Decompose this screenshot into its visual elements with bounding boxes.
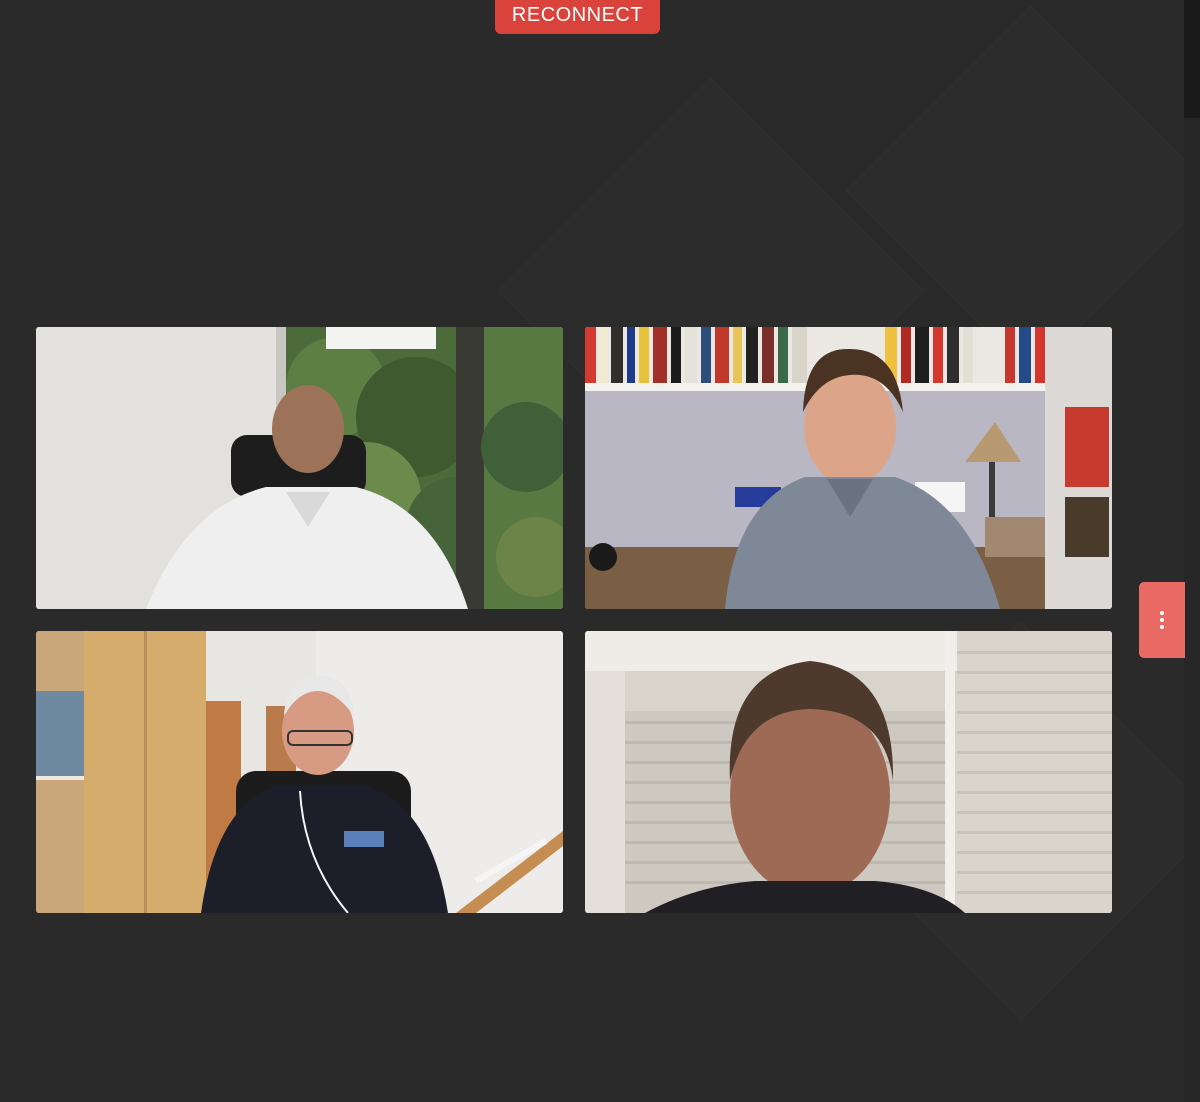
participant-video-feed	[36, 327, 563, 609]
participant-video-tile-2[interactable]	[585, 327, 1112, 609]
participant-video-feed	[585, 631, 1112, 913]
video-call-stage: RECONNECT	[0, 0, 1200, 1102]
participant-video-feed	[36, 631, 563, 913]
more-vertical-icon	[1160, 611, 1164, 629]
more-options-button[interactable]	[1139, 582, 1185, 658]
participant-video-tile-3[interactable]	[36, 631, 563, 913]
background-shape	[846, 6, 1200, 377]
reconnect-button[interactable]: RECONNECT	[495, 0, 660, 34]
participant-video-tile-1[interactable]	[36, 327, 563, 609]
participant-video-tile-4[interactable]	[585, 631, 1112, 913]
scrollbar-thumb[interactable]	[1184, 0, 1200, 118]
scrollbar-track[interactable]	[1184, 0, 1200, 1102]
participant-video-feed	[585, 327, 1112, 609]
